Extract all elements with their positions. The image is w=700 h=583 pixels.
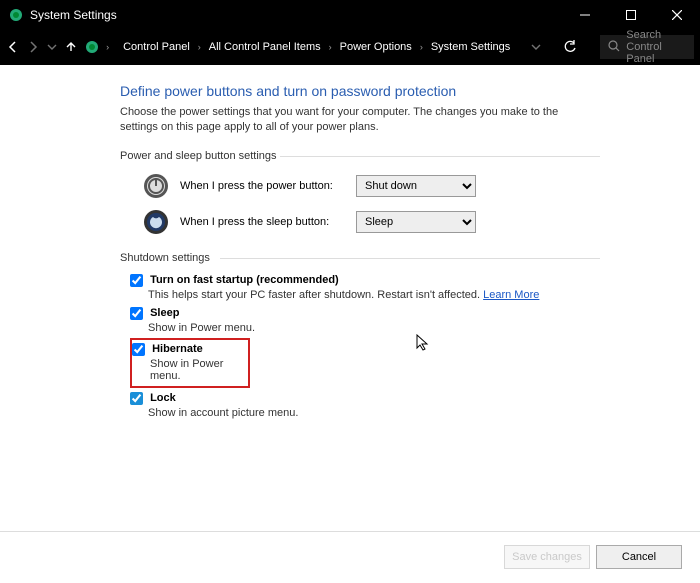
chevron-right-icon: › xyxy=(106,42,109,52)
sleep-icon xyxy=(142,208,170,236)
lock-option-row: Lock Show in account picture menu. xyxy=(130,392,600,419)
hibernate-highlight-box: Hibernate Show in Power menu. xyxy=(130,338,250,388)
chevron-right-icon: › xyxy=(198,42,201,52)
page-description: Choose the power settings that you want … xyxy=(120,105,590,136)
fast-startup-desc: This helps start your PC faster after sh… xyxy=(148,289,600,301)
app-icon xyxy=(8,7,24,23)
power-button-select[interactable]: Shut down xyxy=(356,175,476,197)
window-title: System Settings xyxy=(30,8,117,22)
sleep-button-row: When I press the sleep button: Sleep xyxy=(142,208,600,236)
hibernate-option-label: Hibernate xyxy=(152,343,203,355)
sleep-checkbox[interactable] xyxy=(130,307,143,320)
power-button-label: When I press the power button: xyxy=(180,180,346,192)
close-button[interactable] xyxy=(654,0,700,30)
fast-startup-row: Turn on fast startup (recommended) This … xyxy=(130,274,600,301)
back-button[interactable] xyxy=(6,35,20,59)
search-icon xyxy=(608,40,620,55)
sleep-button-select[interactable]: Sleep xyxy=(356,211,476,233)
forward-button[interactable] xyxy=(26,35,40,59)
breadcrumb: Control Panel › All Control Panel Items … xyxy=(115,41,518,53)
navbar: › Control Panel › All Control Panel Item… xyxy=(0,30,700,64)
page-title: Define power buttons and turn on passwor… xyxy=(120,83,600,99)
power-icon xyxy=(142,172,170,200)
chevron-right-icon: › xyxy=(329,42,332,52)
fast-startup-label: Turn on fast startup (recommended) xyxy=(150,274,339,286)
hibernate-option-desc: Show in Power menu. xyxy=(150,358,244,382)
sleep-option-desc: Show in Power menu. xyxy=(148,322,600,334)
search-input[interactable]: Search Control Panel xyxy=(600,35,694,59)
up-button[interactable] xyxy=(64,35,78,59)
hibernate-option-row: Hibernate Show in Power menu. xyxy=(130,338,600,388)
cancel-button[interactable]: Cancel xyxy=(596,545,682,569)
group-power-sleep-label: Power and sleep button settings xyxy=(120,150,600,162)
hibernate-checkbox[interactable] xyxy=(132,343,145,356)
maximize-button[interactable] xyxy=(608,0,654,30)
sleep-button-label: When I press the sleep button: xyxy=(180,216,346,228)
lock-checkbox[interactable] xyxy=(130,392,143,405)
minimize-button[interactable] xyxy=(562,0,608,30)
sleep-option-row: Sleep Show in Power menu. xyxy=(130,307,600,334)
breadcrumb-item[interactable]: Control Panel xyxy=(123,41,190,53)
search-placeholder: Search Control Panel xyxy=(626,29,686,65)
chevron-right-icon: › xyxy=(420,42,423,52)
refresh-button[interactable] xyxy=(558,35,582,59)
breadcrumb-root-icon[interactable] xyxy=(84,35,100,59)
save-changes-button[interactable]: Save changes xyxy=(504,545,590,569)
fast-startup-checkbox[interactable] xyxy=(130,274,143,287)
power-button-row: When I press the power button: Shut down xyxy=(142,172,600,200)
breadcrumb-item[interactable]: System Settings xyxy=(431,41,510,53)
recent-locations-button[interactable] xyxy=(46,35,58,59)
sleep-option-label: Sleep xyxy=(150,307,179,319)
learn-more-link[interactable]: Learn More xyxy=(483,289,539,301)
lock-option-desc: Show in account picture menu. xyxy=(148,407,600,419)
breadcrumb-item[interactable]: All Control Panel Items xyxy=(209,41,321,53)
chevron-down-icon[interactable] xyxy=(524,35,548,59)
footer-buttons: Save changes Cancel xyxy=(504,545,682,569)
content-area: Define power buttons and turn on passwor… xyxy=(0,65,600,419)
breadcrumb-item[interactable]: Power Options xyxy=(340,41,412,53)
lock-option-label: Lock xyxy=(150,392,176,404)
group-shutdown-label: Shutdown settings xyxy=(120,252,600,264)
titlebar: System Settings xyxy=(0,0,700,30)
